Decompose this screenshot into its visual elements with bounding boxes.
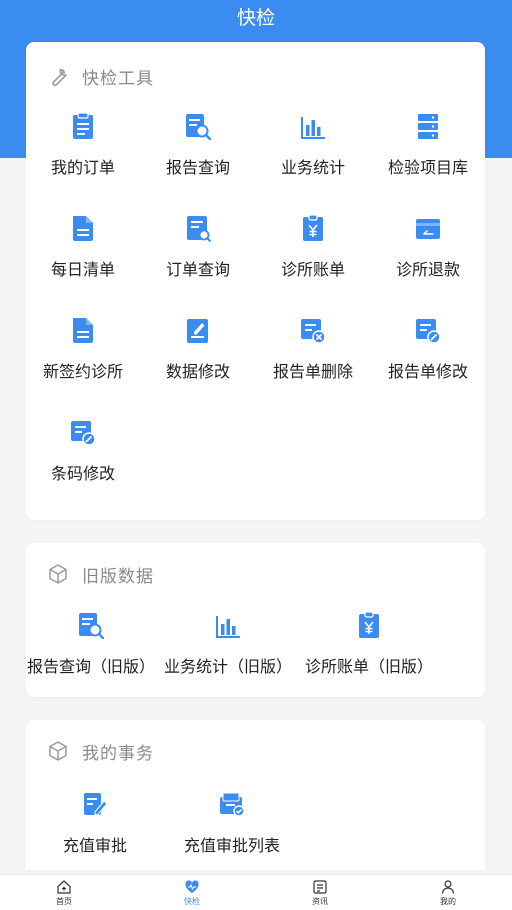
tool-new-clinic[interactable]: 新签约诊所 [26,316,140,382]
report-search-icon [79,613,104,639]
tools-card: 快检工具 我的订单 报告查询 业务统计 检验项目库 每日清单 订单查询 诊所账单… [26,42,485,520]
order-search-icon [187,216,211,242]
tool-label: 我的订单 [50,158,115,177]
report-edit-icon [416,319,441,344]
barcode-edit-icon [71,421,96,446]
user-icon [441,880,455,894]
tab-home[interactable]: 首页 [0,875,128,910]
yuan-bill-icon [303,214,323,241]
tool-report-edit[interactable]: 报告单修改 [371,316,485,382]
tools-card-title: 快检工具 [82,68,154,89]
tool-data-edit[interactable]: 数据修改 [141,316,255,382]
edit-document-icon [187,319,208,343]
tools-card-header: 快检工具 [46,61,154,91]
approve-edit-icon [84,793,108,815]
tool-label: 新签约诊所 [42,362,123,381]
page-title: 快检 [236,7,275,29]
tool-daily-list[interactable]: 每日清单 [26,214,140,280]
bar-chart-icon [301,117,325,139]
tool-label: 订单查询 [165,260,230,279]
bar-chart-icon [216,616,240,638]
clipboard-icon [73,112,93,139]
home-icon [57,880,71,894]
document-icon [73,216,93,241]
tool-label: 充值审批列表 [183,836,280,855]
tab-label: 首页 [56,897,72,906]
tool-label: 数据修改 [165,362,230,381]
legacy-business-stats[interactable]: 业务统计（旧版） [163,611,293,677]
cube-icon [49,741,67,761]
tool-label: 充值审批 [62,836,127,855]
yuan-bill-icon [359,611,379,638]
tool-label: 业务统计（旧版） [163,657,292,676]
tasks-card: 我的事务 充值审批 充值审批列表 [26,720,485,870]
tool-label: 诊所退款 [395,260,460,279]
tool-label: 检验项目库 [387,158,468,177]
document-icon [73,318,93,343]
tool-label: 诊所账单（旧版） [304,657,433,676]
tool-clinic-refund[interactable]: 诊所退款 [371,214,485,280]
tool-label: 报告单删除 [272,362,353,381]
tab-label: 资讯 [312,897,328,906]
cube-icon [49,564,67,584]
server-stack-icon [418,114,438,139]
wrench-icon [52,68,67,87]
tool-my-orders[interactable]: 我的订单 [26,112,140,178]
legacy-card: 旧版数据 报告查询（旧版） 业务统计（旧版） 诊所账单（旧版） [26,543,485,697]
report-search-icon [186,114,211,140]
legacy-report-search[interactable]: 报告查询（旧版） [26,611,156,677]
tool-label: 报告查询 [165,158,230,177]
tool-order-search[interactable]: 订单查询 [141,214,255,280]
heart-icon [185,880,199,893]
tool-report-search[interactable]: 报告查询 [141,112,255,178]
tasks-card-title: 我的事务 [82,743,154,764]
tab-label: 快检 [184,897,200,906]
task-recharge-approval[interactable]: 充值审批 [38,790,152,856]
tab-quick-check[interactable]: 快检 [128,875,256,910]
tool-label: 每日清单 [50,260,115,279]
legacy-card-header: 旧版数据 [46,559,154,589]
tool-label: 条码修改 [50,464,115,483]
tool-label: 业务统计 [280,158,345,177]
tasks-card-header: 我的事务 [46,736,154,766]
tool-label: 报告单修改 [387,362,468,381]
approve-list-icon [220,792,245,817]
news-icon [313,880,327,894]
tool-label: 报告查询（旧版） [26,657,155,676]
tool-clinic-bill[interactable]: 诊所账单 [256,214,370,280]
tab-mine[interactable]: 我的 [384,875,512,910]
legacy-clinic-bill[interactable]: 诊所账单（旧版） [304,611,434,677]
tool-test-library[interactable]: 检验项目库 [371,112,485,178]
tab-label: 我的 [440,897,456,906]
tool-label: 诊所账单 [280,260,345,279]
tab-news[interactable]: 资讯 [256,875,384,910]
report-delete-icon [301,319,326,344]
legacy-card-title: 旧版数据 [82,566,154,587]
refund-card-icon [416,219,440,239]
task-recharge-approval-list[interactable]: 充值审批列表 [171,790,293,856]
tool-barcode-edit[interactable]: 条码修改 [26,418,140,484]
tool-business-stats[interactable]: 业务统计 [256,112,370,178]
bottom-tab-bar: 首页 快检 资讯 我的 [0,874,512,910]
tool-report-delete[interactable]: 报告单删除 [256,316,370,382]
